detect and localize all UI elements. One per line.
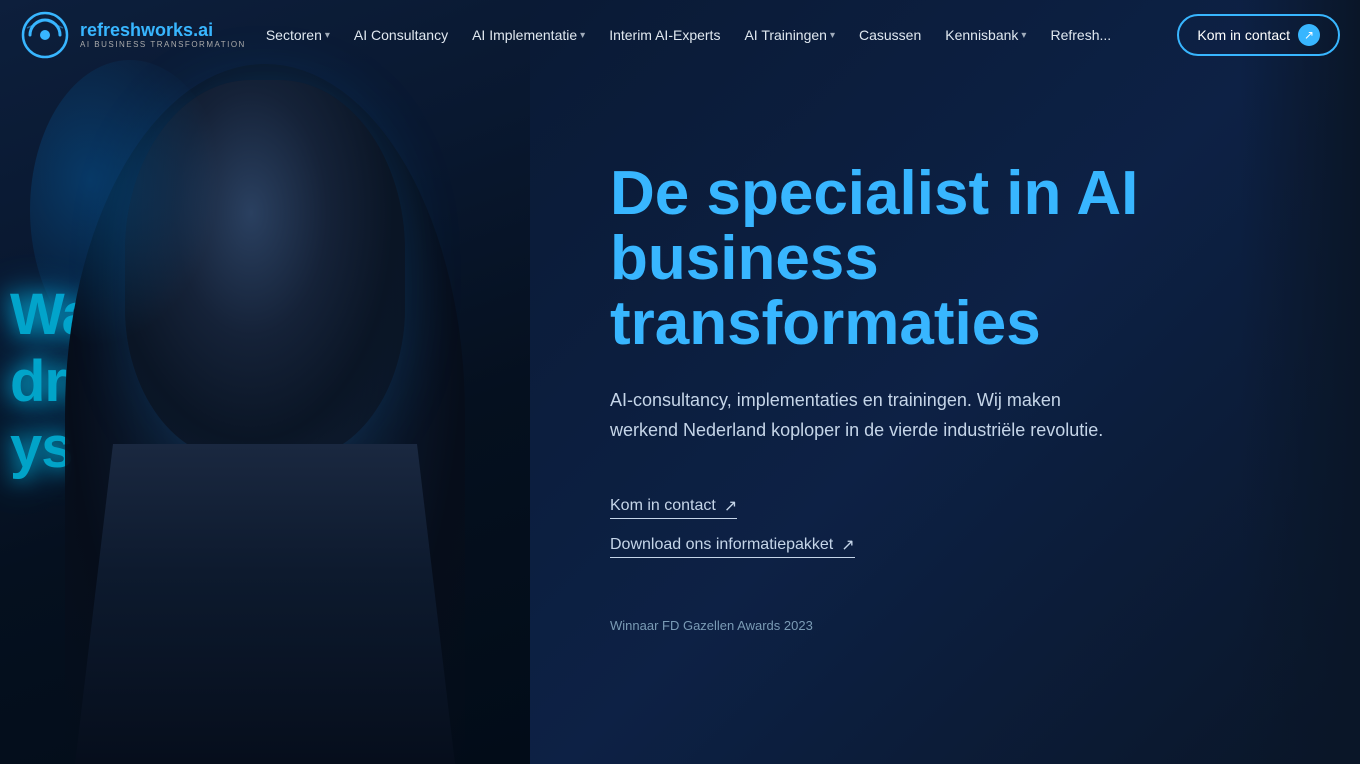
contact-link[interactable]: Kom in contact ↗ [610,496,737,519]
download-link[interactable]: Download ons informatiepakket ↗ [610,535,855,558]
logo-name-part1: refreshworks [80,20,193,40]
hero-links: Kom in contact ↗ Download ons informatie… [610,496,1280,558]
logo-text: refreshworks.ai AI BUSINESS TRANSFORMATI… [80,21,246,50]
nav-casussen[interactable]: Casussen [849,21,931,49]
site-header: refreshworks.ai AI BUSINESS TRANSFORMATI… [0,0,1360,70]
download-link-text: Download ons informatiepakket [610,536,833,554]
nav-refresh[interactable]: Refresh... [1040,21,1121,49]
contact-link-text: Kom in contact [610,497,716,515]
hero-subtitle: AI-consultancy, implementaties en traini… [610,386,1130,445]
nav-interim-ai-experts[interactable]: Interim AI-Experts [599,21,730,49]
nav-ai-trainingen[interactable]: AI Trainingen ▾ [734,21,845,49]
main-nav: Sectoren ▾ AI Consultancy AI Implementat… [246,21,1170,49]
logo[interactable]: refreshworks.ai AI BUSINESS TRANSFORMATI… [20,10,246,60]
face-light [30,60,230,360]
logo-name-part2: .ai [193,20,213,40]
hero-section: Waar drukt en ys ten va De specialist in… [0,0,1360,764]
header-cta-label: Kom in contact [1197,27,1290,43]
chevron-down-icon: ▾ [325,30,330,41]
chevron-down-icon-3: ▾ [830,30,835,41]
nav-kennisbank[interactable]: Kennisbank ▾ [935,21,1036,49]
header-cta-button[interactable]: Kom in contact ↗ [1177,14,1340,56]
logo-tagline: AI BUSINESS TRANSFORMATION [80,40,246,49]
logo-main-text: refreshworks.ai [80,21,246,41]
chevron-down-icon-2: ▾ [580,30,585,41]
logo-icon [20,10,70,60]
person-body [75,444,455,764]
hero-title: De specialist in AI business transformat… [610,161,1210,356]
nav-ai-implementatie[interactable]: AI Implementatie ▾ [462,21,595,49]
chevron-down-icon-4: ▾ [1021,30,1026,41]
nav-sectoren[interactable]: Sectoren ▾ [256,21,340,49]
hero-image: Waar drukt en ys ten va [0,0,530,764]
nav-ai-consultancy[interactable]: AI Consultancy [344,21,458,49]
award-text: Winnaar FD Gazellen Awards 2023 [610,618,1280,633]
hero-content: De specialist in AI business transformat… [530,0,1360,764]
contact-link-arrow: ↗ [724,496,737,516]
download-link-arrow: ↗ [841,535,854,555]
header-cta-arrow: ↗ [1298,24,1320,46]
